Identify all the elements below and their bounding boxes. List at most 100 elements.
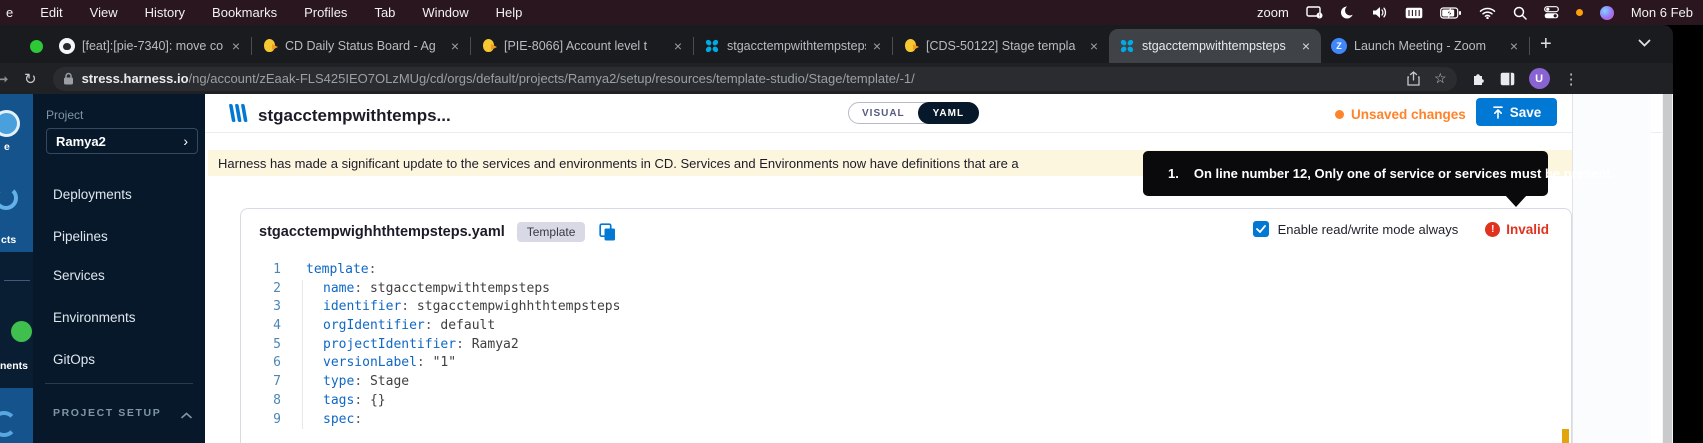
tab-close-icon[interactable]: × bbox=[1299, 38, 1313, 54]
screen-share-icon[interactable]: ! bbox=[1306, 6, 1323, 19]
menubar-menu-history[interactable]: History bbox=[145, 5, 185, 20]
project-setup-section[interactable]: PROJECT SETUP bbox=[53, 407, 161, 419]
scrollbar-thumb[interactable] bbox=[1663, 94, 1672, 443]
github-favicon-icon bbox=[59, 38, 75, 54]
battery-charging-icon[interactable] bbox=[1440, 7, 1462, 19]
code-line[interactable]: 2name: stgacctempwithtempsteps bbox=[241, 280, 1571, 299]
module-icon-deployments[interactable] bbox=[11, 321, 32, 342]
spotlight-search-icon[interactable] bbox=[1513, 6, 1527, 20]
menubar-zoom-item[interactable]: zoom bbox=[1257, 5, 1289, 20]
menubar-menu-window[interactable]: Window bbox=[422, 5, 468, 20]
line-number: 8 bbox=[241, 392, 281, 411]
readwrite-label[interactable]: Enable read/write mode always bbox=[1278, 222, 1459, 237]
browser-tab[interactable]: CD Daily Status Board - Ag× bbox=[252, 29, 470, 63]
code-line[interactable]: 8tags: {} bbox=[241, 392, 1571, 411]
line-number: 2 bbox=[241, 280, 281, 299]
browser-window: [feat]:[pie-7340]: move co×CD Daily Stat… bbox=[0, 25, 1673, 443]
keyboard-icon[interactable] bbox=[1405, 7, 1423, 19]
side-panel-icon[interactable] bbox=[1500, 72, 1515, 86]
project-sidebar: Project Ramya2 › Deployments Pipelines Ser… bbox=[33, 94, 205, 443]
volume-icon[interactable] bbox=[1372, 6, 1388, 19]
project-name: Ramya2 bbox=[56, 134, 106, 149]
zoom-favicon-icon: Z bbox=[1331, 38, 1347, 54]
forward-arrow-icon[interactable]: ➞ bbox=[0, 70, 10, 88]
browser-tab[interactable]: ZLaunch Meeting - Zoom× bbox=[1321, 29, 1529, 63]
sidebar-item-services[interactable]: Services bbox=[53, 268, 105, 283]
menubar-clock[interactable]: Mon 6 Feb bbox=[1631, 5, 1693, 20]
menubar-menu-edit[interactable]: Edit bbox=[40, 5, 62, 20]
upload-arrow-icon bbox=[1492, 106, 1504, 119]
traffic-light-green[interactable] bbox=[30, 40, 43, 53]
reload-icon[interactable]: ↻ bbox=[24, 70, 37, 88]
code-line[interactable]: 4orgIdentifier: default bbox=[241, 317, 1571, 336]
browser-tab[interactable]: [CDS-50122] Stage templa× bbox=[893, 29, 1109, 63]
tab-close-icon[interactable]: × bbox=[448, 38, 462, 54]
code-line[interactable]: 5projectIdentifier: Ramya2 bbox=[241, 336, 1571, 355]
module-label-partial[interactable]: cts bbox=[1, 234, 16, 246]
code-line[interactable]: 9spec: bbox=[241, 411, 1571, 430]
siri-icon[interactable] bbox=[1600, 6, 1614, 20]
profile-avatar[interactable]: U bbox=[1529, 68, 1550, 89]
wifi-icon[interactable] bbox=[1479, 7, 1496, 19]
unsaved-dot-icon bbox=[1335, 110, 1344, 119]
sidebar-item-gitops[interactable]: GitOps bbox=[53, 352, 95, 367]
code-line[interactable]: 3identifier: stgacctempwighhthtempsteps bbox=[241, 298, 1571, 317]
duck-favicon-icon bbox=[481, 38, 497, 54]
menubar-menu-view[interactable]: View bbox=[90, 5, 118, 20]
module-nav-strip: e cts nents bbox=[0, 94, 33, 443]
error-marker bbox=[1562, 429, 1569, 443]
tab-list: [feat]:[pie-7340]: move co×CD Daily Stat… bbox=[49, 29, 1530, 63]
tooltip-number: 1. bbox=[1168, 166, 1179, 181]
save-button[interactable]: Save bbox=[1476, 98, 1557, 126]
menubar-menu-bookmarks[interactable]: Bookmarks bbox=[212, 5, 277, 20]
sidebar-item-deployments[interactable]: Deployments bbox=[53, 187, 132, 202]
browser-tab[interactable]: [PIE-8066] Account level t× bbox=[471, 29, 693, 63]
yaml-option[interactable]: YAML bbox=[918, 102, 979, 124]
invalid-badge: Invalid bbox=[1506, 222, 1549, 237]
tab-close-icon[interactable]: × bbox=[229, 38, 243, 54]
menubar-menu-tab[interactable]: Tab bbox=[374, 5, 395, 20]
bookmark-star-icon[interactable]: ☆ bbox=[1434, 70, 1447, 87]
tab-close-icon[interactable]: × bbox=[1087, 38, 1101, 54]
tab-close-icon[interactable]: × bbox=[671, 38, 685, 54]
extension-icon[interactable] bbox=[1471, 71, 1486, 86]
browser-tab[interactable]: [feat]:[pie-7340]: move co× bbox=[49, 29, 251, 63]
page-scrollbar[interactable] bbox=[1662, 94, 1673, 443]
code-line[interactable]: 1template: bbox=[241, 261, 1571, 280]
module-label-partial[interactable]: e bbox=[4, 141, 10, 153]
page-title: stgacctempwithtemps... bbox=[258, 106, 451, 126]
yaml-code-editor[interactable]: 1template:2name: stgacctempwithtempsteps… bbox=[241, 261, 1571, 429]
share-icon[interactable] bbox=[1407, 71, 1420, 86]
tab-close-icon[interactable]: × bbox=[870, 38, 884, 54]
focus-crescent-icon[interactable] bbox=[1340, 5, 1355, 20]
tab-search-chevron-icon[interactable] bbox=[1638, 34, 1651, 52]
tab-close-icon[interactable]: × bbox=[1507, 38, 1521, 54]
menubar-app-menu-partial[interactable]: e bbox=[6, 5, 13, 20]
yaml-editor-card: stgacctempwighhthtempsteps.yaml Template… bbox=[240, 208, 1572, 443]
control-center-icon[interactable] bbox=[1544, 6, 1559, 19]
sidebar-item-environments[interactable]: Environments bbox=[53, 310, 136, 325]
browser-tab[interactable]: stgacctempwithtempsteps× bbox=[694, 29, 892, 63]
duck-favicon-icon bbox=[262, 38, 278, 54]
browser-menu-icon[interactable]: ⋮ bbox=[1564, 70, 1579, 88]
project-selector[interactable]: Ramya2 › bbox=[46, 128, 198, 154]
menubar-menu-profiles[interactable]: Profiles bbox=[304, 5, 347, 20]
unsaved-changes-badge: Unsaved changes bbox=[1335, 107, 1466, 122]
lock-icon bbox=[63, 72, 74, 85]
new-tab-button[interactable]: + bbox=[1540, 33, 1552, 56]
module-icon-projects[interactable] bbox=[0, 186, 18, 210]
visual-option[interactable]: VISUAL bbox=[849, 108, 918, 119]
browser-tab[interactable]: stgacctempwithtempsteps× bbox=[1109, 29, 1321, 63]
chevron-up-icon[interactable] bbox=[181, 406, 192, 424]
address-bar[interactable]: stress.harness.io /ng/account/zEaak-FLS4… bbox=[53, 67, 1457, 91]
sidebar-item-pipelines[interactable]: Pipelines bbox=[53, 229, 108, 244]
copy-icon[interactable] bbox=[599, 223, 616, 241]
module-label-partial[interactable]: nents bbox=[0, 360, 28, 372]
code-line[interactable]: 7type: Stage bbox=[241, 373, 1571, 392]
code-line[interactable]: 6versionLabel: "1" bbox=[241, 354, 1571, 373]
line-number: 7 bbox=[241, 373, 281, 392]
project-label: Project bbox=[46, 108, 83, 122]
menubar-menu-help[interactable]: Help bbox=[496, 5, 523, 20]
module-icon-top[interactable] bbox=[0, 110, 20, 137]
readwrite-checkbox[interactable] bbox=[1253, 221, 1269, 237]
